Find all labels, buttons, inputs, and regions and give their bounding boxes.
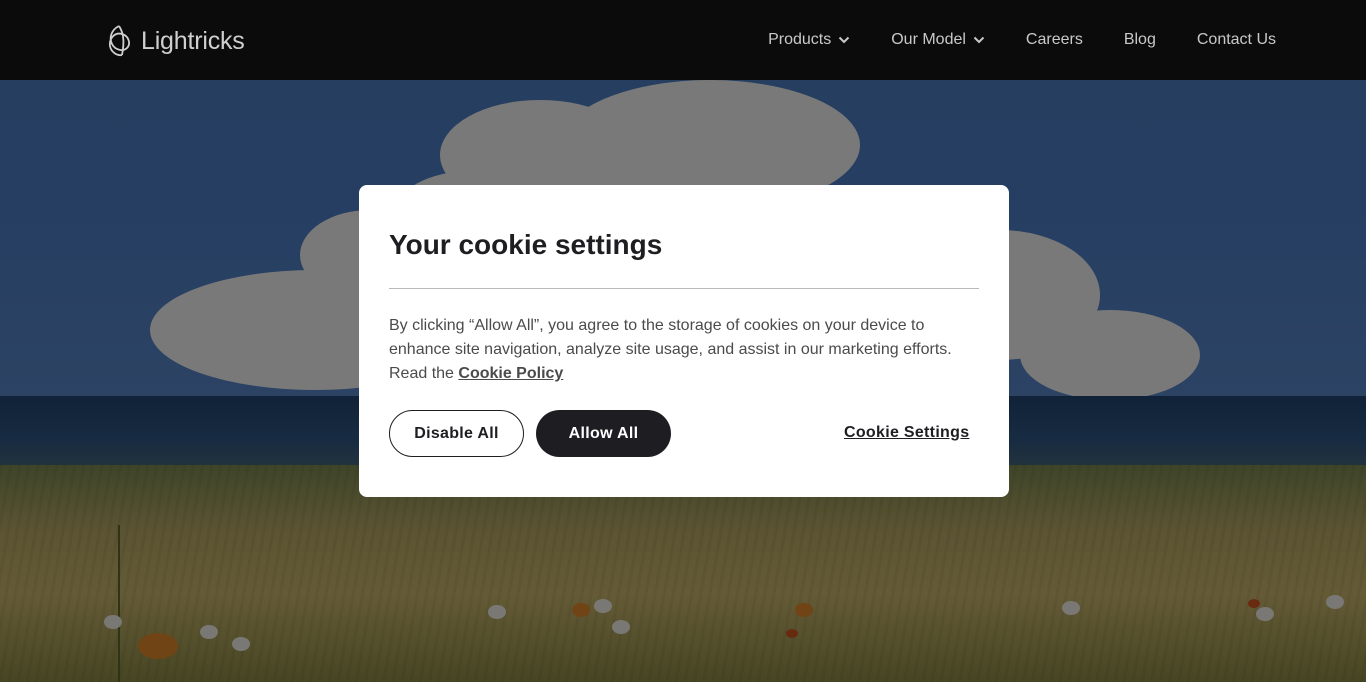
modal-title: Your cookie settings [389,229,663,260]
nav-item-label: Contact Us [1196,31,1276,48]
nav-item-label: Products [768,31,832,48]
modal-divider [389,288,979,289]
nav-item-label: Blog [1123,31,1156,48]
nav-item-careers[interactable]: Careers [1026,31,1083,49]
top-navigation-bar: Lightricks Products Our Model Careers Bl… [0,0,1366,80]
cookie-settings-modal: Your cookie settings By clicking “Allow … [359,185,1009,497]
chevron-down-icon [973,36,985,44]
main-nav: Products Our Model Careers Blog Contact … [768,0,1276,80]
nav-item-products[interactable]: Products [768,31,850,49]
nav-item-blog[interactable]: Blog [1124,31,1156,49]
disable-all-button[interactable]: Disable All [389,410,524,457]
allow-all-button[interactable]: Allow All [536,410,671,457]
cookie-settings-link[interactable]: Cookie Settings [844,424,969,442]
lightricks-logo-icon [109,25,130,57]
brand-logo[interactable]: Lightricks [105,24,245,58]
chevron-down-icon [839,36,850,44]
cookie-consent-text: By clicking “Allow All”, you agree to th… [389,314,969,386]
nav-item-label: Our Model [891,31,966,48]
cookie-policy-link[interactable]: Cookie Policy [458,365,563,382]
nav-item-label: Careers [1025,31,1083,48]
brand-name: Lightricks [141,26,245,55]
nav-item-our-model[interactable]: Our Model [891,31,985,49]
nav-item-contact-us[interactable]: Contact Us [1197,31,1276,49]
